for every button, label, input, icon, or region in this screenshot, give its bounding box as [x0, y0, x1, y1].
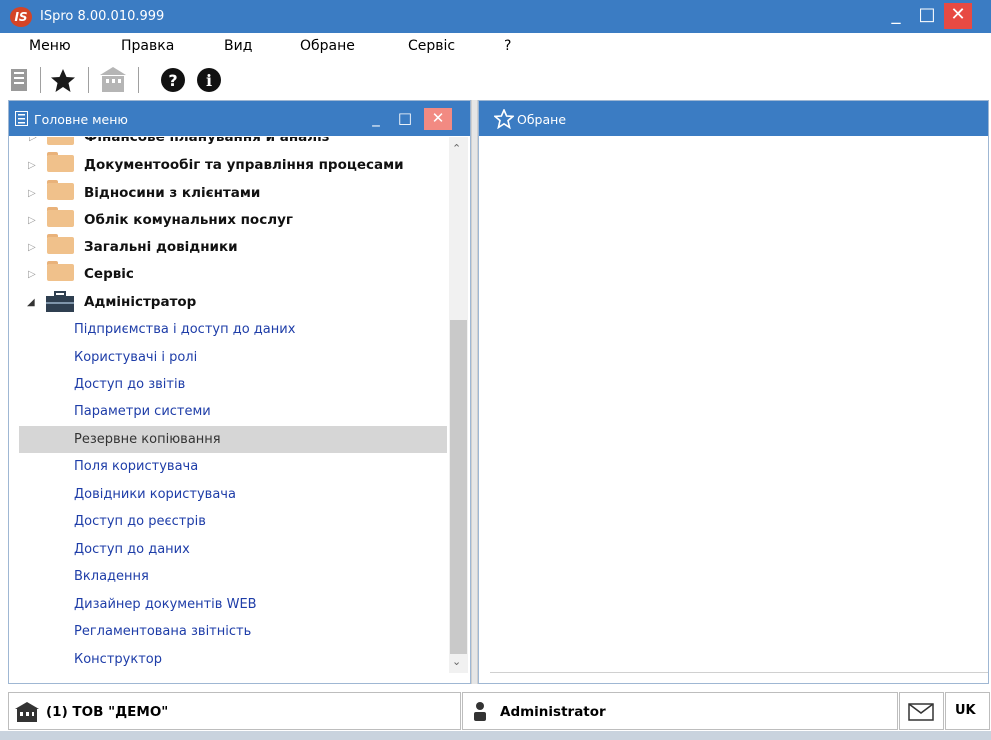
building-icon[interactable] — [98, 66, 128, 94]
menu-item-service[interactable]: Сервіс — [408, 38, 455, 54]
menu-item-help[interactable]: ? — [504, 38, 511, 54]
tree-item-report-access[interactable]: Доступ до звітів — [74, 377, 185, 392]
tree-item-registry-access[interactable]: Доступ до реєстрів — [74, 514, 206, 529]
tree-item-attachments[interactable]: Вкладення — [74, 569, 149, 584]
main-menu-title: Головне меню — [34, 112, 128, 127]
expand-arrow-icon[interactable]: ▷ — [28, 215, 36, 226]
info-icon[interactable]: i — [196, 67, 222, 93]
menu-item-menu[interactable]: Меню — [29, 38, 71, 54]
panel-minimize-button[interactable]: _ — [362, 108, 390, 130]
maximize-button[interactable]: □ — [913, 3, 941, 29]
tree-item-data-access[interactable]: Доступ до даних — [74, 542, 190, 557]
tree-item-label: Сервіс — [84, 266, 134, 282]
expand-arrow-icon[interactable]: ▷ — [28, 242, 36, 253]
folder-icon — [47, 210, 74, 227]
folder-icon — [47, 137, 74, 145]
minimize-button[interactable]: _ — [882, 3, 910, 29]
tree-item-system-parameters[interactable]: Параметри системи — [74, 404, 211, 419]
tree-item-label: Фінансове планування й аналіз — [84, 137, 330, 145]
svg-text:i: i — [206, 71, 212, 90]
svg-text:?: ? — [168, 71, 177, 90]
expand-arrow-icon[interactable]: ▷ — [28, 160, 36, 171]
app-logo-icon: IS — [10, 7, 32, 27]
window-title: ISpro 8.00.010.999 — [40, 9, 165, 24]
panel-splitter[interactable] — [471, 100, 478, 684]
tree-item-user-fields[interactable]: Поля користувача — [74, 459, 198, 474]
expand-arrow-icon[interactable]: ▷ — [28, 269, 36, 280]
mail-icon — [908, 703, 934, 721]
folder-icon — [47, 183, 74, 200]
main-menu-icon — [15, 111, 28, 126]
favorites-title: Обране — [517, 112, 567, 127]
scrollbar-thumb[interactable] — [450, 320, 467, 654]
folder-icon — [47, 237, 74, 254]
company-name: (1) ТОВ "ДЕМО" — [46, 704, 169, 720]
star-icon[interactable] — [50, 68, 76, 94]
briefcase-icon — [46, 291, 74, 312]
building-icon — [15, 702, 39, 722]
help-icon[interactable]: ? — [160, 67, 186, 93]
close-button[interactable]: ✕ — [944, 3, 972, 29]
user-icon — [474, 702, 486, 721]
scroll-down-icon[interactable]: ⌄ — [452, 655, 461, 668]
menu-item-view[interactable]: Вид — [224, 38, 252, 54]
taskbar-strip — [0, 731, 991, 740]
expand-arrow-icon[interactable]: ▷ — [28, 188, 36, 199]
scroll-up-icon[interactable]: ⌃ — [452, 142, 461, 155]
star-outline-icon — [494, 109, 514, 129]
tree-item-label: Загальні довідники — [84, 239, 238, 255]
toolbar-separator — [40, 67, 41, 93]
tree-item-label: Адміністратор — [84, 294, 197, 310]
user-name: Administrator — [500, 704, 606, 720]
toolbar — [0, 59, 991, 99]
panel-maximize-button[interactable]: □ — [391, 108, 419, 130]
favorites-panel — [478, 100, 989, 684]
menu-item-favorites[interactable]: Обране — [300, 38, 355, 54]
divider — [490, 672, 988, 673]
tree-item-web-document-designer[interactable]: Дизайнер документів WEB — [74, 597, 257, 612]
toolbar-separator — [88, 67, 89, 93]
tree-item-regulatory-reporting[interactable]: Регламентована звітність — [74, 624, 251, 639]
tree-item-label: Відносини з клієнтами — [84, 185, 261, 201]
collapse-arrow-icon[interactable]: ◢ — [27, 297, 35, 308]
expand-arrow-icon[interactable]: ▷ — [29, 137, 37, 143]
language-label: UK — [955, 703, 976, 718]
menu-item-edit[interactable]: Правка — [121, 38, 174, 54]
tree-item-label: Документообіг та управління процесами — [84, 157, 404, 173]
tree-item-finance-planning[interactable]: ▷ Фінансове планування й аналіз — [19, 137, 447, 152]
tree-item-constructor[interactable]: Конструктор — [74, 652, 162, 667]
folder-icon — [47, 155, 74, 172]
tree-item-user-directories[interactable]: Довідники користувача — [74, 487, 236, 502]
tree-item-backup[interactable]: Резервне копіювання — [74, 432, 221, 447]
panel-close-button[interactable]: ✕ — [424, 108, 452, 130]
tree-item-label: Облік комунальних послуг — [84, 212, 293, 228]
document-icon[interactable] — [10, 66, 34, 94]
tree-item-users-roles[interactable]: Користувачі і ролі — [74, 350, 197, 365]
folder-icon — [47, 264, 74, 281]
toolbar-separator — [138, 67, 139, 93]
tree-item-enterprises-access[interactable]: Підприємства і доступ до даних — [74, 322, 295, 337]
